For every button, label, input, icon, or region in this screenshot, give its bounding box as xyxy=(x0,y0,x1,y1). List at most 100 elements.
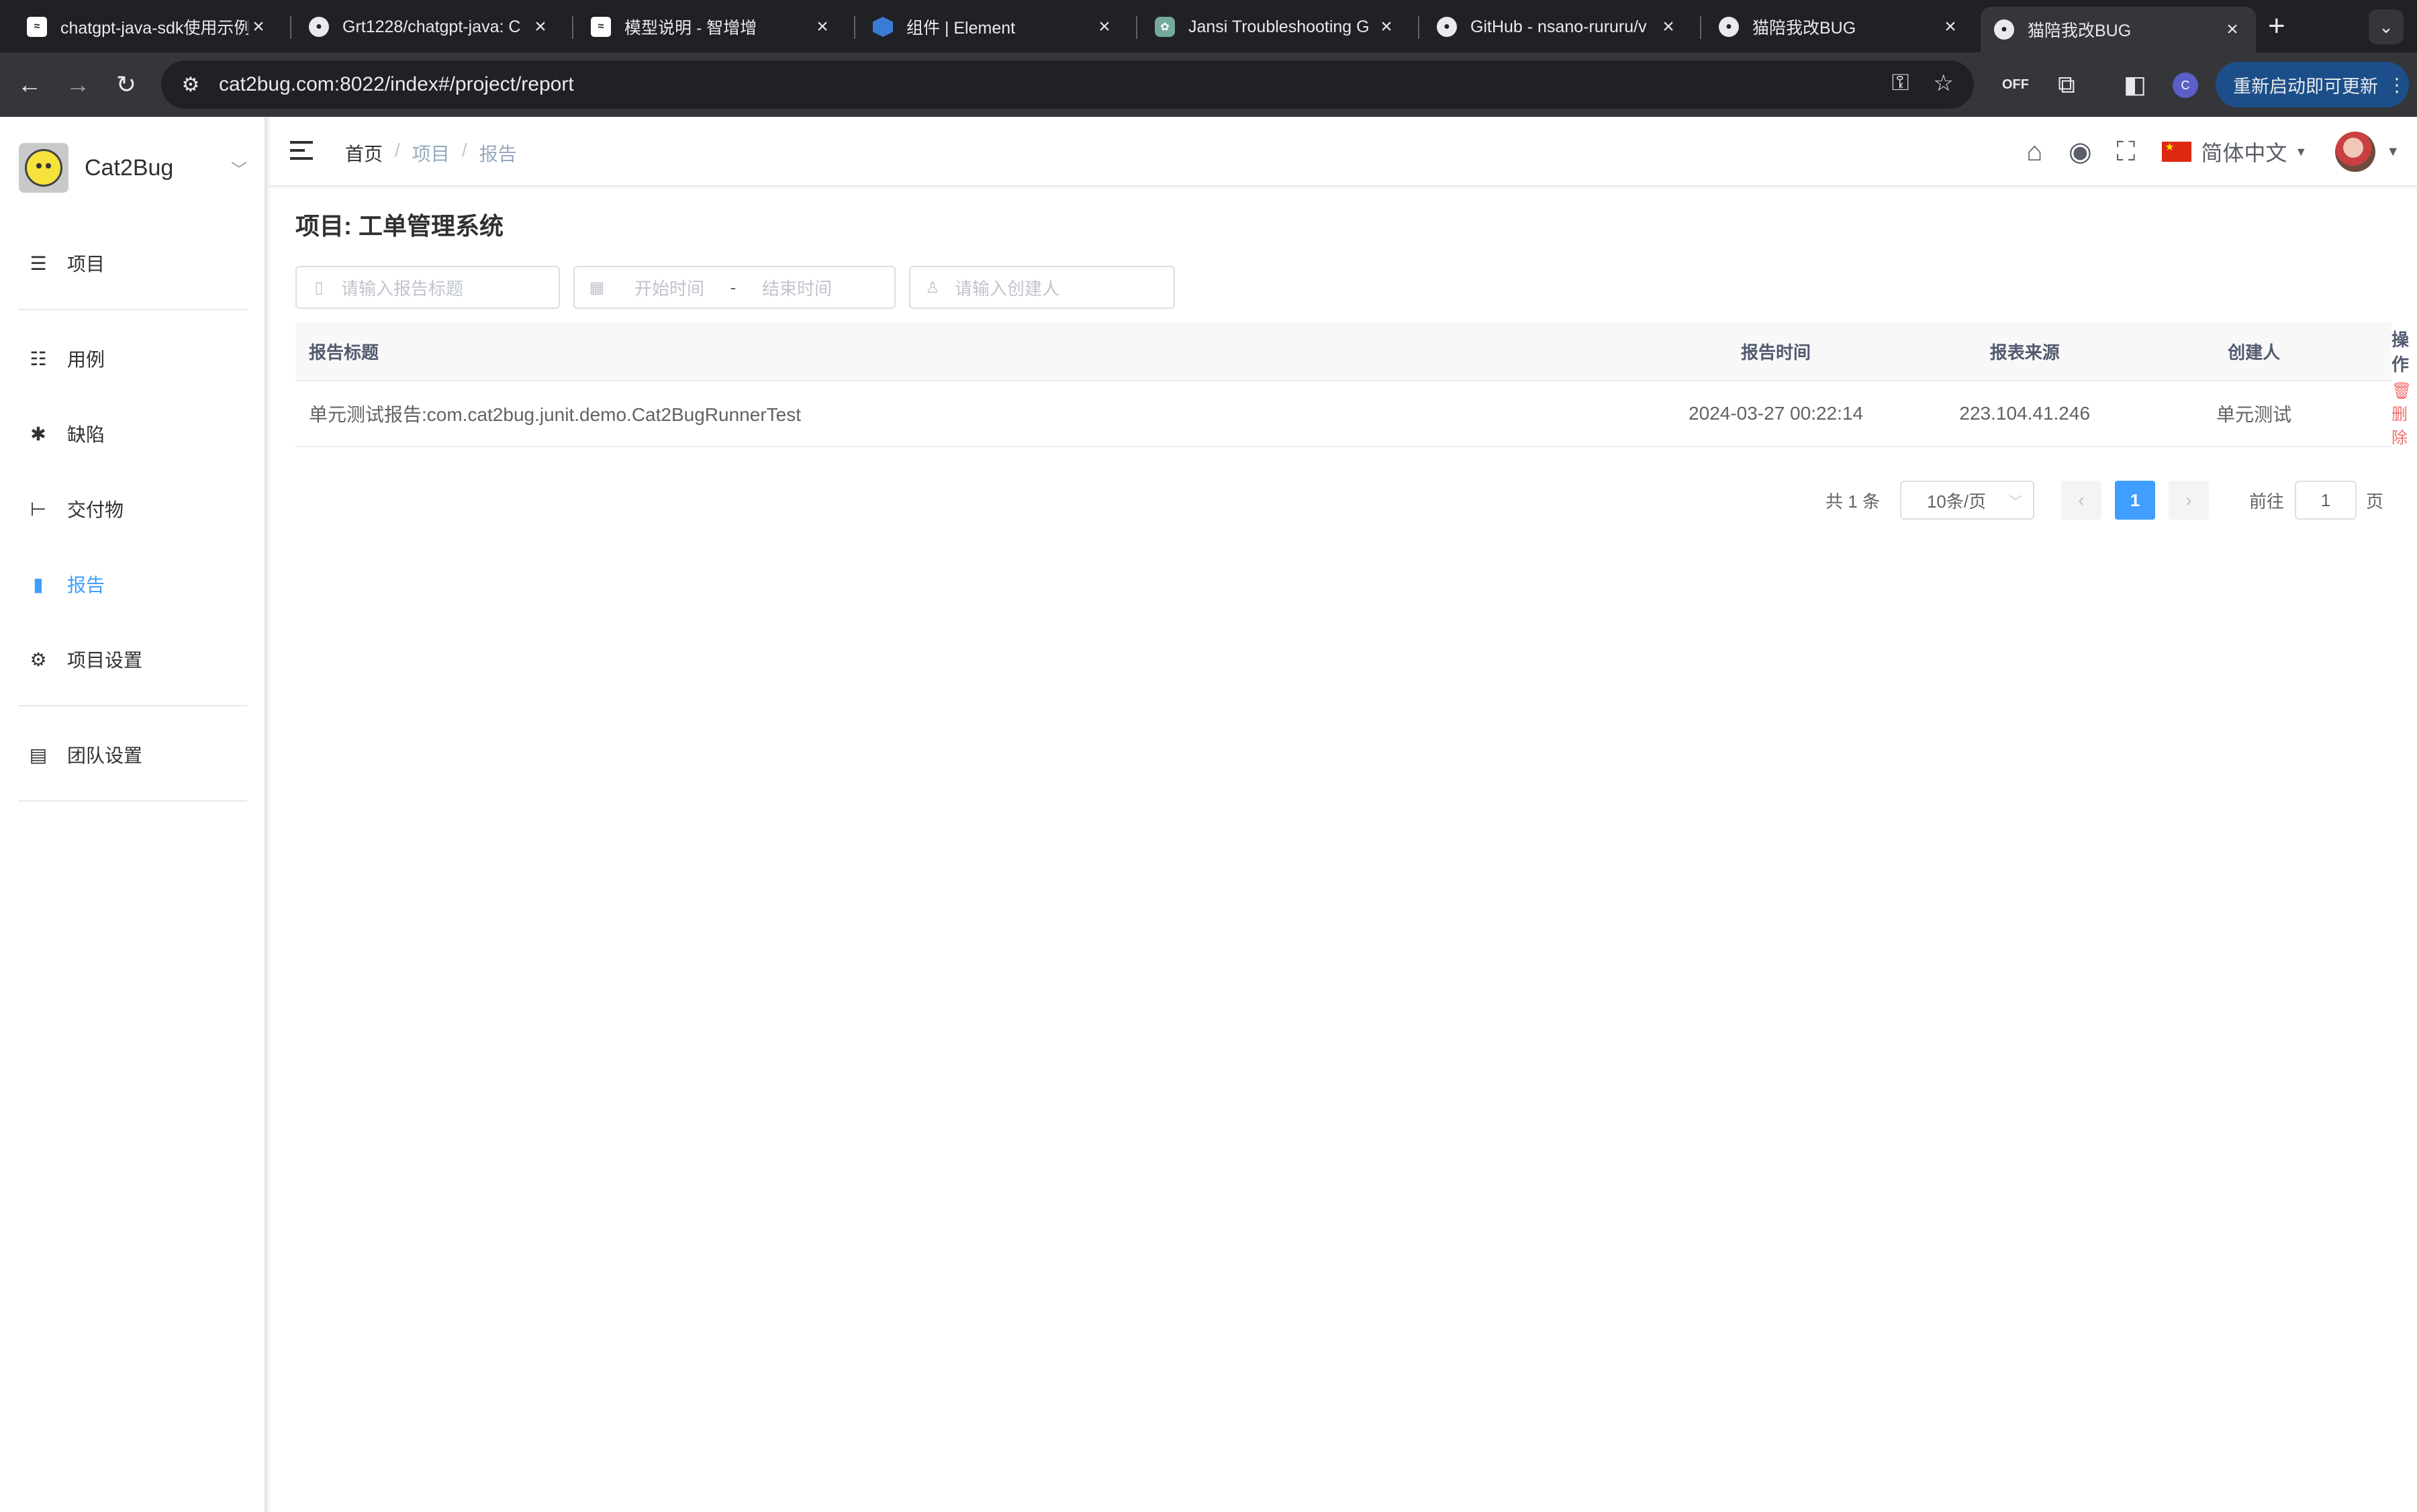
extension-off-icon[interactable]: OFF xyxy=(1999,68,2032,101)
report-title-cell[interactable]: 单元测试报告:com.cat2bug.junit.demo.Cat2BugRun… xyxy=(295,400,1619,427)
cat-logo-icon xyxy=(19,143,68,193)
goto-page-input[interactable] xyxy=(2294,481,2357,520)
profile-initial: C xyxy=(2181,78,2190,92)
sidebar-item-reports[interactable]: ▮ 报告 xyxy=(0,556,265,612)
end-time-placeholder[interactable]: 结束时间 xyxy=(747,275,847,300)
page-size-select[interactable]: 10条/页 ﹀ xyxy=(1899,481,2034,520)
document-icon: ▯ xyxy=(314,278,324,297)
close-icon[interactable]: × xyxy=(812,15,833,38)
profile-avatar[interactable]: C xyxy=(2173,73,2198,98)
table-row[interactable]: 单元测试报告:com.cat2bug.junit.demo.Cat2BugRun… xyxy=(295,381,2412,447)
key-icon[interactable]: ⚿ xyxy=(1892,70,1909,97)
extension-badge: OFF xyxy=(2002,77,2029,92)
browser-tab[interactable]: ✿ Jansi Troubleshooting G × xyxy=(1141,7,1410,47)
case-list-icon: ☷ xyxy=(30,348,47,369)
page-title: 项目: 工单管理系统 xyxy=(295,212,504,240)
sidebar-item-label: 用例 xyxy=(67,349,105,370)
breadcrumb-home[interactable]: 首页 xyxy=(345,140,383,167)
tree-icon: ⊢ xyxy=(30,498,47,520)
close-icon[interactable]: × xyxy=(1940,15,1960,38)
breadcrumb-report: 报告 xyxy=(479,144,517,164)
menu-divider xyxy=(19,800,247,802)
browser-tab[interactable]: ≈ chatgpt-java-sdk使用示例 × xyxy=(13,7,282,47)
reload-icon[interactable]: ↻ xyxy=(110,68,142,101)
sidebar-item-team-settings[interactable]: ▤ 团队设置 xyxy=(0,726,265,783)
sidebar-item-label: 项目 xyxy=(67,254,105,275)
update-button[interactable]: 重新启动即可更新 ⋮ xyxy=(2216,62,2409,107)
caret-down-icon[interactable]: ▼ xyxy=(2386,144,2400,160)
browser-tab[interactable]: ● Grt1228/chatgpt-java: C × xyxy=(295,7,564,47)
date-range-picker[interactable]: ▦ 开始时间 - 结束时间 xyxy=(573,266,896,309)
tab-title: Grt1228/chatgpt-java: C xyxy=(342,17,521,36)
new-tab-button[interactable]: + xyxy=(2268,9,2285,43)
report-time-cell: 2024-03-27 00:22:14 xyxy=(1689,403,1864,424)
report-source-cell: 223.104.41.246 xyxy=(1959,403,2091,424)
browser-tab[interactable]: ● GitHub - nsano-rururu/v × xyxy=(1423,7,1692,47)
tab-separator xyxy=(290,16,291,39)
user-avatar[interactable] xyxy=(2335,132,2376,172)
home-icon[interactable]: ⌂ xyxy=(2011,137,2057,167)
report-title-filter[interactable]: ▯ 请输入报告标题 xyxy=(295,266,560,309)
github-icon[interactable]: ◉ xyxy=(2057,136,2103,167)
top-navbar: 首页 / 项目 / 报告 ⌂ ◉ ⛶ 简体中文 ▼ ▼ xyxy=(270,117,2417,187)
sidebar-item-label: 报告 xyxy=(67,575,105,596)
china-flag-icon xyxy=(2162,140,2192,162)
tab-title: GitHub - nsano-rururu/v xyxy=(1470,17,1647,36)
sidebar-item-label: 团队设置 xyxy=(67,745,143,766)
bookmark-star-icon[interactable]: ☆ xyxy=(1934,70,1954,97)
delete-button[interactable]: 🗑 删除 xyxy=(2391,382,2412,447)
language-label: 简体中文 xyxy=(2201,141,2287,165)
browser-tab[interactable]: 组件 | Element × xyxy=(859,7,1128,47)
url-text[interactable]: cat2bug.com:8022/index#/project/report xyxy=(219,73,574,96)
report-creator-cell: 单元测试 xyxy=(2216,404,2292,425)
column-header-source: 报表来源 xyxy=(1989,342,2060,363)
close-icon[interactable]: × xyxy=(1094,15,1115,38)
close-icon[interactable]: × xyxy=(1658,15,1678,38)
sidebar-item-project[interactable]: ☰ 项目 xyxy=(0,235,265,291)
goto-label: 前往 xyxy=(2248,491,2284,512)
menu-collapse-icon[interactable] xyxy=(290,138,314,162)
browser-tab[interactable]: ● 猫陪我改BUG × xyxy=(1705,7,1974,47)
back-arrow-icon[interactable]: ← xyxy=(13,68,46,101)
creator-placeholder: 请输入创建人 xyxy=(955,278,1060,299)
next-page-button[interactable]: › xyxy=(2168,481,2209,520)
close-icon[interactable]: × xyxy=(530,15,551,38)
address-bar[interactable]: ⚙ cat2bug.com:8022/index#/project/report… xyxy=(161,60,1974,109)
calendar-icon: ▦ xyxy=(589,278,605,297)
site-settings-icon[interactable]: ⚙ xyxy=(175,73,207,97)
column-header-title: 报告标题 xyxy=(309,342,379,363)
tab-title: 猫陪我改BUG xyxy=(1752,19,1856,38)
tab-search-button[interactable]: ⌄ xyxy=(2369,9,2404,44)
tab-title: chatgpt-java-sdk使用示例 xyxy=(60,19,248,38)
forward-arrow-icon[interactable]: → xyxy=(62,68,94,101)
language-select[interactable]: 简体中文 ▼ xyxy=(2162,136,2307,167)
puzzle-icon[interactable]: ⧉ xyxy=(2050,68,2083,101)
fullscreen-icon[interactable]: ⛶ xyxy=(2103,137,2148,167)
close-icon[interactable]: × xyxy=(2222,18,2242,41)
sidebar-item-project-settings[interactable]: ⚙ 项目设置 xyxy=(0,631,265,688)
browser-tab[interactable]: ≈ 模型说明 - 智增增 × xyxy=(577,7,846,47)
close-icon[interactable]: × xyxy=(1376,15,1396,38)
creator-filter[interactable]: ♙ 请输入创建人 xyxy=(909,266,1175,309)
team-switcher[interactable]: Cat2Bug ﹀ xyxy=(19,142,247,193)
element-icon xyxy=(873,17,893,37)
column-header-time: 报告时间 xyxy=(1741,342,1811,363)
sidebar-item-deliverables[interactable]: ⊢ 交付物 xyxy=(0,481,265,537)
tab-title: Jansi Troubleshooting G xyxy=(1188,17,1370,36)
prev-page-button[interactable]: ‹ xyxy=(2060,481,2101,520)
browser-tab-active[interactable]: ● 猫陪我改BUG × xyxy=(1981,7,2256,52)
breadcrumb: 首页 / 项目 / 报告 xyxy=(345,140,517,167)
page-size-value: 10条/页 xyxy=(1926,491,1987,512)
chevron-left-icon: ‹ xyxy=(2078,489,2085,510)
trash-icon: 🗑 xyxy=(2391,382,2412,400)
close-icon[interactable]: × xyxy=(248,15,269,38)
side-panel-icon[interactable]: ◧ xyxy=(2119,68,2151,101)
sidebar-item-cases[interactable]: ☷ 用例 xyxy=(0,330,265,387)
github-icon: ● xyxy=(309,17,329,37)
sidebar-item-defects[interactable]: ✱ 缺陷 xyxy=(0,406,265,462)
page-number-active[interactable]: 1 xyxy=(2114,481,2155,520)
tab-separator xyxy=(1700,16,1701,39)
tab-title: 猫陪我改BUG xyxy=(2028,21,2132,40)
start-time-placeholder[interactable]: 开始时间 xyxy=(619,275,720,300)
column-header-creator: 创建人 xyxy=(2228,342,2281,363)
